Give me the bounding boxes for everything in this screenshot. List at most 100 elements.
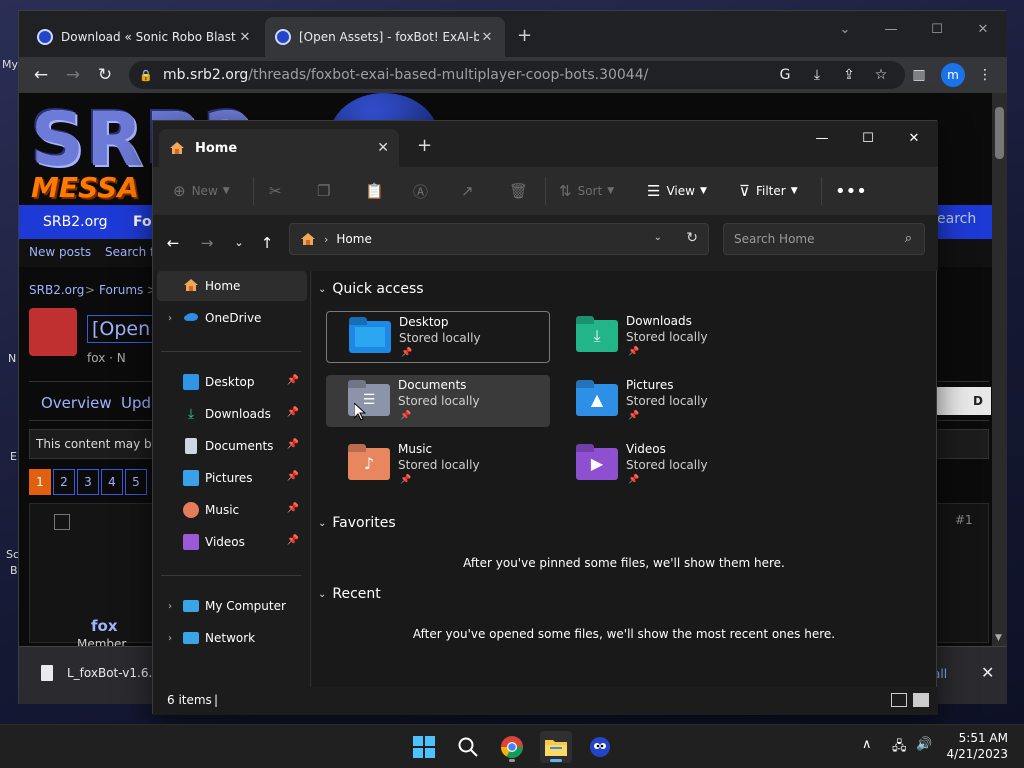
thread-author[interactable]: fox · N [87, 351, 126, 365]
share-icon[interactable]: ↗ [461, 179, 480, 203]
nav-item-my-computer[interactable]: › My Computer [157, 591, 307, 621]
collapse-chevron-icon[interactable]: ⌄ [318, 518, 326, 529]
nav-item-onedrive[interactable]: › OneDrive [157, 303, 307, 333]
nav-item-music[interactable]: Music 📌 [157, 495, 307, 525]
download-item[interactable]: L_foxBot-v1.6.p [41, 665, 160, 681]
nav-item-desktop[interactable]: Desktop 📌 [157, 367, 307, 397]
side-panel-icon[interactable]: ▥ [909, 65, 929, 85]
breadcrumb-srb2org[interactable]: SRB2.org [29, 283, 84, 297]
taskbar-file-explorer[interactable] [540, 731, 572, 763]
chrome-menu-icon[interactable]: ⋮ [975, 65, 995, 85]
nav-item-home[interactable]: Home [157, 271, 307, 301]
desktop-icon-label[interactable]: My [2, 58, 18, 71]
collapse-chevron-icon[interactable]: ⌄ [318, 284, 326, 295]
close-tab-icon[interactable]: ✕ [479, 30, 495, 45]
chrome-tab-open-assets[interactable]: [Open Assets] - foxBot! ExAI-base... ✕ [265, 17, 505, 57]
new-posts-link[interactable]: New posts [29, 245, 91, 259]
new-tab-icon[interactable]: + [417, 135, 432, 156]
close-tab-icon[interactable]: ✕ [237, 30, 253, 45]
page-scrollbar[interactable] [992, 93, 1007, 646]
collapse-chevron-icon[interactable]: ⌄ [318, 589, 326, 600]
more-options-icon[interactable]: ••• [835, 179, 867, 203]
chrome-minimize-icon[interactable]: — [871, 17, 911, 43]
reload-icon[interactable]: ↻ [93, 63, 117, 87]
nav-srb2org[interactable]: SRB2.org [43, 214, 108, 230]
clock-date[interactable]: 4/21/2023 [942, 747, 1008, 761]
scrollbar-thumb[interactable] [995, 107, 1004, 159]
quick-access-pictures[interactable]: ▲ Pictures Stored locally 📌 [554, 375, 778, 427]
chrome-tab-download[interactable]: Download « Sonic Robo Blast 2 – ... ✕ [27, 17, 263, 57]
bookmark-star-icon[interactable]: ☆ [871, 65, 891, 85]
network-status-icon[interactable]: 🖧 [892, 737, 907, 759]
chrome-close-icon[interactable]: ✕ [963, 17, 1003, 43]
back-arrow-icon[interactable]: ← [29, 63, 53, 87]
install-app-icon[interactable]: ⤓ [807, 65, 827, 85]
new-tab-icon[interactable]: + [517, 25, 532, 46]
scroll-down-icon[interactable]: ▼ [995, 633, 1002, 643]
explorer-search-input[interactable]: Search Home ⌕ [723, 223, 925, 255]
nav-search[interactable]: earch [937, 211, 976, 227]
chrome-tab-search-icon[interactable]: ⌄ [825, 17, 865, 43]
quick-access-music[interactable]: ♪ Music Stored locally 📌 [326, 439, 550, 491]
expand-chevron-icon[interactable]: › [157, 633, 183, 644]
taskbar-chrome[interactable] [496, 731, 528, 763]
cut-icon[interactable]: ✂ [269, 179, 288, 203]
page-link-5[interactable]: 5 [125, 469, 147, 495]
page-link-3[interactable]: 3 [77, 469, 99, 495]
nav-item-downloads[interactable]: ⤓ Downloads 📌 [157, 399, 307, 429]
quick-access-desktop[interactable]: Desktop Stored locally 📌 [326, 311, 550, 363]
volume-icon[interactable]: 🔊 [916, 737, 932, 752]
delete-icon[interactable]: 🗑 [509, 179, 534, 203]
expand-chevron-icon[interactable]: › [157, 601, 183, 612]
recent-locations-icon[interactable]: ⌄ [227, 231, 251, 255]
explorer-maximize-icon[interactable]: ☐ [845, 125, 891, 153]
sort-button[interactable]: ⇅ Sort ▼ [559, 179, 614, 203]
expand-chevron-icon[interactable]: › [157, 313, 183, 324]
refresh-icon[interactable]: ↻ [686, 230, 698, 246]
start-button[interactable] [408, 731, 440, 763]
profile-avatar[interactable]: m [941, 63, 965, 87]
explorer-address-bar[interactable]: › Home ⌄ ↻ [289, 223, 709, 255]
desktop-icon-label[interactable]: B [10, 564, 18, 577]
nav-forums[interactable]: Fo [133, 214, 152, 230]
explorer-close-icon[interactable]: ✕ [891, 125, 937, 153]
member-name[interactable]: fox [91, 617, 118, 635]
filter-button[interactable]: ⊽ Filter ▼ [739, 179, 798, 203]
site-info-icon[interactable]: 🔒 [139, 69, 155, 82]
address-dropdown-icon[interactable]: ⌄ [654, 232, 662, 243]
share-icon[interactable]: ⇪ [839, 65, 859, 85]
taskbar-search-button[interactable] [452, 731, 484, 763]
new-button[interactable]: ⊕ New ▼ [173, 179, 230, 203]
forward-arrow-icon[interactable]: → [195, 231, 219, 255]
quick-access-header[interactable]: ⌄ Quick access [318, 281, 424, 297]
close-tab-icon[interactable]: ✕ [377, 140, 389, 156]
paste-icon[interactable]: 📋 [365, 179, 390, 203]
explorer-tab-home[interactable]: Home ✕ [159, 129, 399, 167]
breadcrumb-forums[interactable]: Forums [99, 283, 143, 297]
tray-overflow-icon[interactable]: ∧ [862, 737, 872, 752]
desktop-icon-label[interactable]: N [8, 352, 16, 365]
rename-icon[interactable]: Ⓐ [413, 179, 434, 203]
close-download-bar-icon[interactable]: ✕ [981, 663, 994, 682]
page-link-4[interactable]: 4 [101, 469, 123, 495]
desktop-icon-label[interactable]: E [10, 450, 17, 463]
clock-time[interactable]: 5:51 AM [958, 731, 1008, 745]
tiles-view-icon[interactable] [913, 693, 929, 707]
google-lens-icon[interactable]: G [775, 65, 795, 85]
favorites-header[interactable]: ⌄ Favorites [318, 515, 396, 531]
quick-access-videos[interactable]: ▶ Videos Stored locally 📌 [554, 439, 778, 491]
taskbar-srb2[interactable] [584, 731, 616, 763]
page-link-2[interactable]: 2 [53, 469, 75, 495]
nav-item-pictures[interactable]: Pictures 📌 [157, 463, 307, 493]
details-view-icon[interactable] [891, 693, 907, 707]
nav-item-videos[interactable]: Videos 📌 [157, 527, 307, 557]
recent-header[interactable]: ⌄ Recent [318, 586, 381, 602]
nav-item-network[interactable]: › Network [157, 623, 307, 653]
explorer-minimize-icon[interactable]: — [799, 125, 845, 153]
copy-icon[interactable]: ❐ [317, 179, 336, 203]
post-number[interactable]: #1 [955, 513, 973, 527]
view-button[interactable]: ☰ View ▼ [647, 179, 707, 203]
tab-overview[interactable]: Overview [41, 394, 112, 412]
up-arrow-icon[interactable]: ↑ [255, 231, 279, 255]
nav-item-documents[interactable]: Documents 📌 [157, 431, 307, 461]
